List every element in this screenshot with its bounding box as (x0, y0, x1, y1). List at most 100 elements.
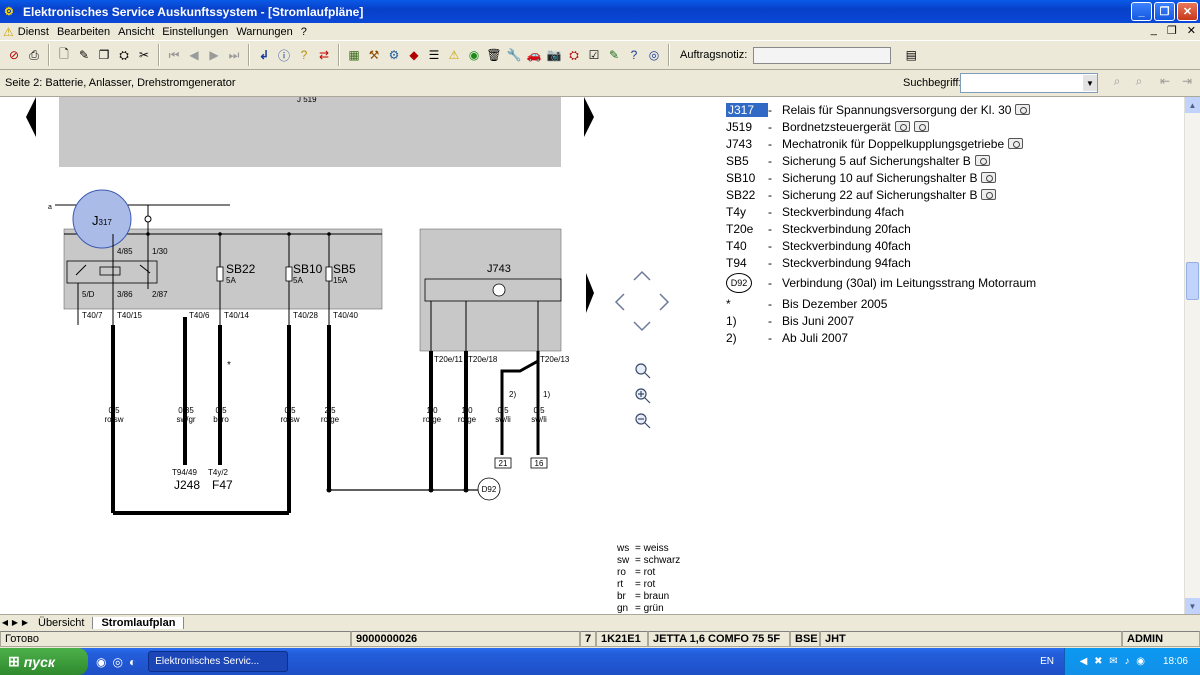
search-input[interactable]: ▼ (960, 73, 1098, 93)
legend-row[interactable]: 1) - Bis Juni 2007 (726, 312, 1036, 329)
tray-icons[interactable]: ◀ ✖ ✉ ♪ ◉ (1080, 656, 1147, 667)
cut-icon[interactable]: ✂ (134, 44, 154, 66)
tab-first-icon[interactable]: ◀ (0, 618, 10, 627)
first-page-icon[interactable]: ⏮ (164, 44, 184, 66)
caution-icon[interactable]: ⚠ (444, 44, 464, 66)
legend-row[interactable]: SB10- Sicherung 10 auf Sicherungshalter B (726, 169, 1036, 186)
zoom-icon[interactable] (635, 363, 647, 375)
checklist-icon[interactable]: ☑ (584, 44, 604, 66)
menu-bearbeiten[interactable]: Bearbeiten (53, 26, 114, 38)
edit-icon[interactable]: ✎ (604, 44, 624, 66)
legend-row[interactable]: D92 - Verbindung (30al) im Leitungsstrang … (726, 271, 1036, 295)
menu-ansicht[interactable]: Ansicht (114, 26, 158, 38)
mdi-minimize-button[interactable]: _ (1151, 24, 1157, 37)
legend-row[interactable]: * - Bis Dezember 2005 (726, 295, 1036, 312)
search-right-icon[interactable]: ⇥ (1177, 74, 1197, 92)
scroll-thumb[interactable] (1186, 262, 1199, 300)
print-icon[interactable]: ⎙ (24, 44, 44, 66)
search-prev-icon[interactable]: ⌕ (1107, 74, 1127, 92)
camera-icon[interactable]: 📷 (544, 44, 564, 66)
taskbar-item[interactable]: Elektronisches Servic... (148, 651, 289, 672)
menu-warnungen[interactable]: Warnungen (232, 26, 296, 38)
vertical-scrollbar[interactable]: ▲ ▼ (1184, 97, 1200, 614)
legend-row[interactable]: J743- Mechatronik für Doppelkupplungsgetr… (726, 135, 1036, 152)
scroll-left-arrow[interactable] (26, 97, 36, 137)
car-icon[interactable]: 🚗 (524, 44, 544, 66)
help-icon[interactable]: ? (294, 44, 314, 66)
camera-icon[interactable] (981, 189, 997, 200)
wire-9-color: sw/li (531, 415, 547, 424)
ref-t4y-2: T4y/2 (208, 468, 229, 477)
legend-description: Sicherung 22 auf Sicherungshalter B (782, 187, 978, 202)
help-book-icon[interactable]: ? (624, 44, 644, 66)
diagram-icon[interactable]: ▦ (344, 44, 364, 66)
exit-icon[interactable]: ⊘ (4, 44, 24, 66)
vehicle-icon[interactable]: ⛭ (114, 44, 134, 66)
start-label: пуск (23, 653, 55, 670)
note-edit-icon[interactable]: ▤ (901, 44, 921, 66)
legend-row[interactable]: J519- Bordnetzsteuergerät (726, 118, 1036, 135)
mdi-close-button[interactable]: ✕ (1187, 24, 1196, 37)
scroll-right-arrow[interactable] (586, 273, 594, 313)
search-next-icon[interactable]: ⌕ (1129, 74, 1149, 92)
minimize-button[interactable]: _ (1131, 2, 1152, 21)
note-field[interactable] (753, 46, 892, 64)
chevron-down-icon[interactable]: ▼ (1083, 75, 1097, 91)
legend-row[interactable]: SB5 - Sicherung 5 auf Sicherungshalter B (726, 152, 1036, 169)
book-icon[interactable]: ◆ (404, 44, 424, 66)
tab-prev-icon[interactable]: ▶ (10, 618, 20, 627)
globe-icon[interactable]: ◉ (464, 44, 484, 66)
menu-einstellungen[interactable]: Einstellungen (158, 26, 232, 38)
pan-up-icon[interactable] (633, 270, 651, 281)
last-page-icon[interactable]: ⏭ (224, 44, 244, 66)
camera-icon[interactable] (894, 121, 910, 132)
camera-icon[interactable] (974, 155, 990, 166)
start-button[interactable]: ⊞ пуск (0, 648, 88, 675)
legend-row[interactable]: 2) - Ab Juli 2007 (726, 329, 1036, 346)
pan-down-icon[interactable] (633, 321, 651, 332)
legend-row[interactable]: T94 - Steckverbindung 94fach (726, 254, 1036, 271)
return-icon[interactable]: ↲ (254, 44, 274, 66)
camera-icon[interactable] (1015, 104, 1031, 115)
workshop-icon[interactable]: ⚒ (364, 44, 384, 66)
camera-icon[interactable] (1008, 138, 1024, 149)
camera-icon[interactable] (913, 121, 929, 132)
list-icon[interactable]: ☰ (424, 44, 444, 66)
mdi-restore-button[interactable]: ❐ (1167, 24, 1177, 37)
prev-page-icon[interactable]: ◀ (184, 44, 204, 66)
menu-help[interactable]: ? (297, 26, 311, 38)
info-icon[interactable]: ⓘ (274, 44, 294, 66)
legend-description: Verbindung (30al) im Leitungsstrang Moto… (782, 276, 1037, 290)
legend-row[interactable]: J317- Relais für Spannungsversorgung der … (726, 101, 1036, 118)
legend-row[interactable]: T40 - Steckverbindung 40fach (726, 237, 1036, 254)
swap-icon[interactable]: ⇄ (314, 44, 334, 66)
menu-dienst[interactable]: Dienst (14, 26, 53, 38)
copy-icon[interactable]: ❐ (94, 44, 114, 66)
edit-document-icon[interactable]: ✎ (74, 44, 94, 66)
legend-row[interactable]: SB22- Sicherung 22 auf Sicherungshalter B (726, 186, 1036, 203)
scroll-up-right-arrow[interactable] (584, 97, 594, 137)
legend-row[interactable]: T4y - Steckverbindung 4fach (726, 203, 1036, 220)
legend-row[interactable]: T20e - Steckverbindung 20fach (726, 220, 1036, 237)
tools-icon[interactable]: ⚙ (384, 44, 404, 66)
tab-wiring-diagram[interactable]: Stromlaufplan (93, 616, 185, 629)
tab-next-icon[interactable]: ▶ (20, 618, 30, 627)
db-icon[interactable]: ◎ (644, 44, 664, 66)
scroll-down-icon[interactable]: ▼ (1185, 598, 1200, 614)
trash-icon[interactable]: 🗑 (484, 44, 504, 66)
language-indicator[interactable]: EN (1040, 656, 1054, 667)
next-page-icon[interactable]: ▶ (204, 44, 224, 66)
pan-right-icon[interactable] (659, 293, 670, 311)
pan-left-icon[interactable] (614, 293, 625, 311)
search-left-icon[interactable]: ⇤ (1155, 74, 1175, 92)
camera-icon[interactable] (981, 172, 997, 183)
restore-button[interactable]: ❐ (1154, 2, 1175, 21)
new-document-icon[interactable]: 🗋 (54, 44, 74, 66)
wrench-icon[interactable]: 🔧 (504, 44, 524, 66)
tab-overview[interactable]: Übersicht (30, 616, 94, 629)
quick-launch-icons[interactable]: ◉◎◐ (96, 655, 142, 669)
engine-icon[interactable]: ⛭ (564, 44, 584, 66)
legend-dash: - (768, 221, 772, 236)
close-button[interactable]: ✕ (1177, 2, 1198, 21)
scroll-up-icon[interactable]: ▲ (1185, 97, 1200, 113)
